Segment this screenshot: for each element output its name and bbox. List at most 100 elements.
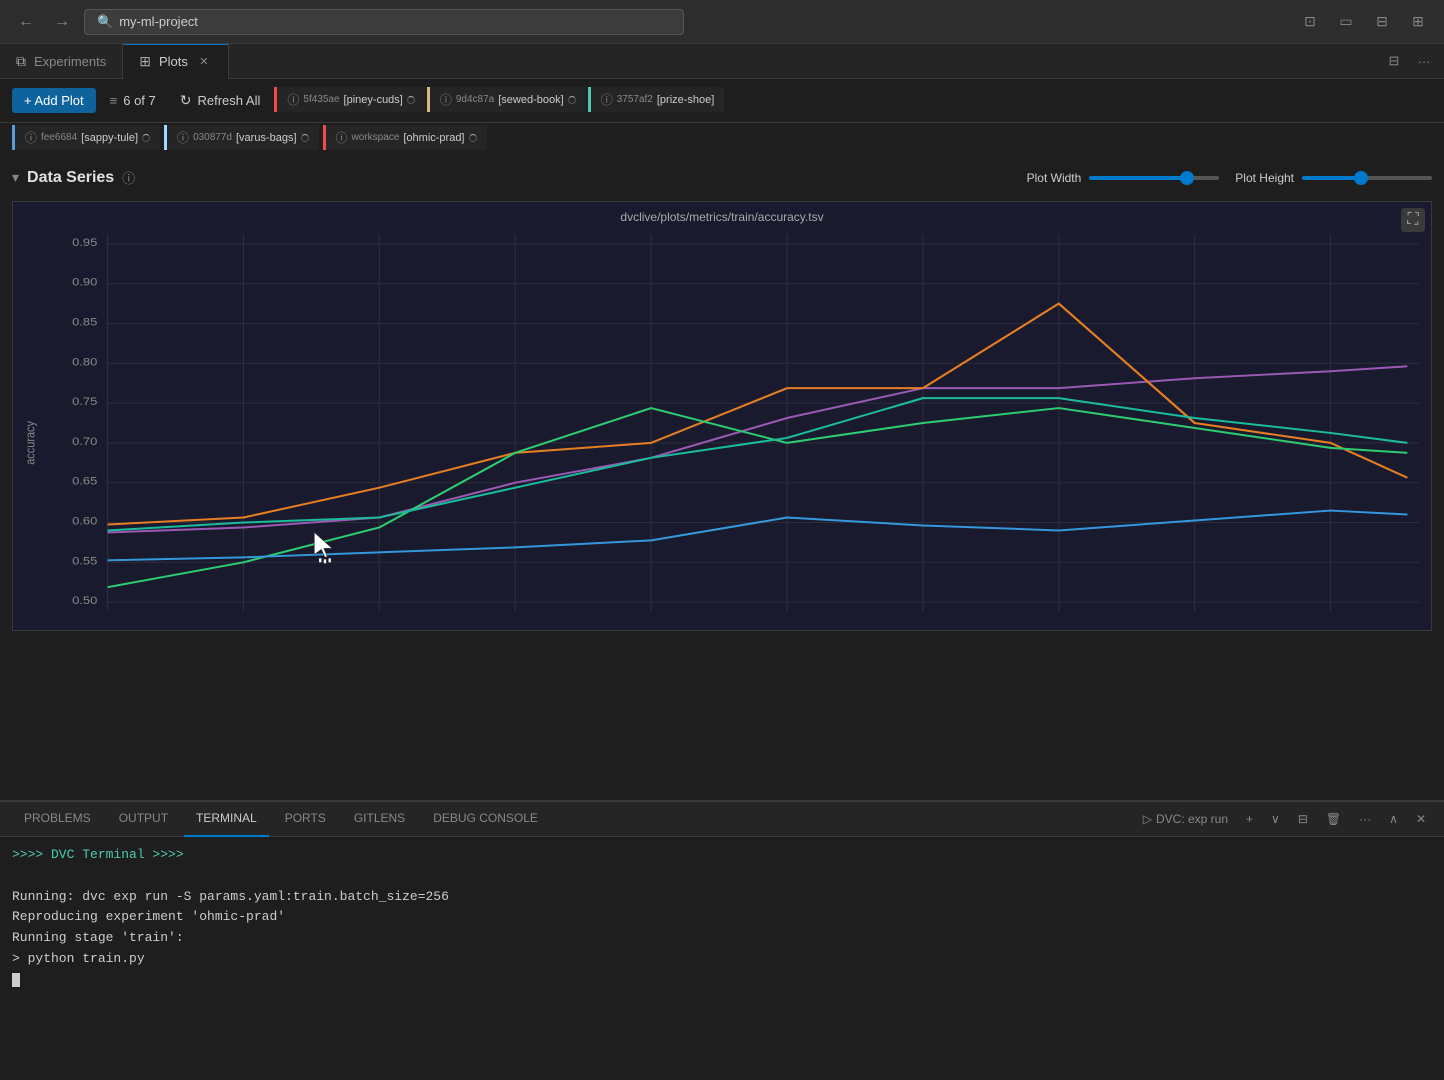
chip-id-5: 030877d <box>193 132 232 143</box>
data-series-info-icon[interactable]: ⓘ <box>122 168 135 187</box>
tab-gitlens[interactable]: GITLENS <box>342 802 417 837</box>
exp-chip-ohmic-prad[interactable]: ⓘ workspace [ohmic-prad] <box>323 125 487 150</box>
chip-name-3: [prize-shoe] <box>657 94 714 106</box>
terminal-cursor <box>12 973 20 987</box>
terminal-prompt-text: >>>> DVC Terminal >>>> <box>12 847 184 862</box>
search-icon: 🔍 <box>97 14 113 30</box>
more-terminal-button[interactable]: ··· <box>1353 810 1377 828</box>
terminal-tab-bar: PROBLEMS OUTPUT TERMINAL PORTS GITLENS D… <box>0 802 1444 837</box>
new-terminal-button[interactable]: + <box>1240 810 1259 828</box>
y-tick-090: 0.90 <box>72 276 98 289</box>
chart-expand-button[interactable]: ⛶ <box>1401 208 1425 232</box>
y-tick-070: 0.70 <box>72 435 98 448</box>
exp-chips-row1: ⓘ 5f435ae [piney-cuds] ⓘ 9d4c87a [sewed-… <box>274 87 1432 114</box>
y-tick-055: 0.55 <box>72 554 98 567</box>
exp-chip-varus-bags[interactable]: ⓘ 030877d [varus-bags] <box>164 125 318 150</box>
y-tick-085: 0.85 <box>72 315 98 328</box>
exp-chip-sappy-tule[interactable]: ⓘ fee6684 [sappy-tule] <box>12 125 160 150</box>
dvc-label: DVC: exp run <box>1156 812 1228 826</box>
terminal-line-cursor <box>12 970 1432 991</box>
split-terminal-button[interactable]: ⊟ <box>1292 810 1314 828</box>
layout-button-3[interactable]: ⊟ <box>1368 8 1396 36</box>
browser-chrome: ← → 🔍 my-ml-project ⊡ ▭ ⊟ ⊞ <box>0 0 1444 44</box>
chip-info-icon-1: ⓘ <box>287 91 299 108</box>
nav-forward-button[interactable]: → <box>48 8 76 36</box>
plot-width-slider[interactable] <box>1089 176 1219 180</box>
counter-icon: ≡ <box>110 93 118 108</box>
terminal-up-button[interactable]: ∧ <box>1383 810 1404 828</box>
exp-chip-prize-shoe[interactable]: ⓘ 3757af2 [prize-shoe] <box>588 87 725 112</box>
chip-spinner-1 <box>407 96 415 104</box>
y-tick-050: 0.50 <box>72 594 98 607</box>
counter-text: 6 of 7 <box>123 93 156 108</box>
data-series-title: Data Series <box>27 169 114 187</box>
refresh-text: Refresh All <box>198 93 261 108</box>
plot-height-label: Plot Height <box>1235 171 1294 185</box>
chip-info-icon-4: ⓘ <box>25 129 37 146</box>
collapse-section-button[interactable]: ▾ <box>12 169 19 186</box>
terminal-line-6: > python train.py <box>12 949 1432 970</box>
terminal-line-3: Running: dvc exp run -S params.yaml:trai… <box>12 887 1432 908</box>
tab-problems[interactable]: PROBLEMS <box>12 802 103 837</box>
split-editor-button[interactable]: ⊟ <box>1382 49 1406 73</box>
plots-tab-icon: ⊞ <box>139 53 151 70</box>
chip-info-icon-3: ⓘ <box>601 91 613 108</box>
chip-spinner-2 <box>568 96 576 104</box>
tab-terminal[interactable]: TERMINAL <box>184 802 269 837</box>
chip-name-2: [sewed-book] <box>498 94 563 106</box>
vscode-tab-bar: ⧉ Experiments ⊞ Plots ✕ ⊟ ··· <box>0 44 1444 79</box>
chart-svg: 0.95 0.90 0.85 0.80 0.75 0.70 0.65 0.60 … <box>13 224 1431 622</box>
browser-actions: ⊡ ▭ ⊟ ⊞ <box>1296 8 1432 36</box>
plot-counter[interactable]: ≡ 6 of 7 <box>100 88 166 113</box>
chip-id-6: workspace <box>352 132 400 143</box>
layout-button-2[interactable]: ▭ <box>1332 8 1360 36</box>
vscode-tab-actions: ⊟ ··· <box>1382 49 1444 73</box>
chip-info-icon-6: ⓘ <box>336 129 348 146</box>
chart-area: dvclive/plots/metrics/train/accuracy.tsv… <box>12 201 1432 631</box>
refresh-icon: ↻ <box>180 92 192 109</box>
tab-debug-console[interactable]: DEBUG CONSOLE <box>421 802 550 837</box>
y-axis-label: accuracy <box>22 421 37 465</box>
plots-tab-close[interactable]: ✕ <box>196 54 212 70</box>
plot-height-control: Plot Height <box>1235 171 1432 185</box>
y-tick-065: 0.65 <box>72 475 98 488</box>
chip-info-icon-5: ⓘ <box>177 129 189 146</box>
chip-spinner-5 <box>301 134 309 142</box>
chip-name-6: [ohmic-prad] <box>403 132 464 144</box>
terminal-line-5: Running stage 'train': <box>12 928 1432 949</box>
y-tick-095: 0.95 <box>72 236 98 249</box>
terminal-section: PROBLEMS OUTPUT TERMINAL PORTS GITLENS D… <box>0 800 1444 1080</box>
delete-terminal-button[interactable]: 🗑 <box>1320 810 1347 828</box>
plots-toolbar: + Add Plot ≡ 6 of 7 ↻ Refresh All ⓘ 5f43… <box>0 79 1444 123</box>
chart-title: dvclive/plots/metrics/train/accuracy.tsv <box>13 202 1431 224</box>
plot-height-slider[interactable] <box>1302 176 1432 180</box>
layout-button-1[interactable]: ⊡ <box>1296 8 1324 36</box>
terminal-body: >>>> DVC Terminal >>>> Running: dvc exp … <box>0 837 1444 999</box>
data-series-section: ▾ Data Series ⓘ Plot Width Plot Height <box>0 158 1444 201</box>
chip-id-4: fee6684 <box>41 132 77 143</box>
chip-info-icon-2: ⓘ <box>440 91 452 108</box>
exp-chip-piney-cuds[interactable]: ⓘ 5f435ae [piney-cuds] <box>274 87 424 112</box>
nav-back-button[interactable]: ← <box>12 8 40 36</box>
layout-button-4[interactable]: ⊞ <box>1404 8 1432 36</box>
y-tick-060: 0.60 <box>72 514 98 527</box>
exp-chip-sewed-book[interactable]: ⓘ 9d4c87a [sewed-book] <box>427 87 586 112</box>
terminal-chevron[interactable]: ∨ <box>1265 810 1286 828</box>
dvc-exp-run-button[interactable]: ▷ DVC: exp run <box>1137 810 1234 828</box>
terminal-line-2 <box>12 866 1432 887</box>
close-terminal-button[interactable]: ✕ <box>1410 810 1432 828</box>
tab-output[interactable]: OUTPUT <box>107 802 180 837</box>
plot-width-label: Plot Width <box>1027 171 1082 185</box>
plot-controls: Plot Width Plot Height <box>1027 171 1432 185</box>
refresh-all-button[interactable]: ↻ Refresh All <box>170 87 271 114</box>
address-bar[interactable]: 🔍 my-ml-project <box>84 9 684 35</box>
tab-plots[interactable]: ⊞ Plots ✕ <box>123 44 229 79</box>
chip-id-2: 9d4c87a <box>456 94 494 105</box>
tab-ports[interactable]: PORTS <box>273 802 338 837</box>
tab-experiments[interactable]: ⧉ Experiments <box>0 44 123 79</box>
more-actions-button[interactable]: ··· <box>1412 49 1436 73</box>
add-plot-button[interactable]: + Add Plot <box>12 88 96 113</box>
plot-width-control: Plot Width <box>1027 171 1220 185</box>
plots-tab-label: Plots <box>159 54 188 69</box>
exp-chips-row2: ⓘ fee6684 [sappy-tule] ⓘ 030877d [varus-… <box>0 123 1444 158</box>
